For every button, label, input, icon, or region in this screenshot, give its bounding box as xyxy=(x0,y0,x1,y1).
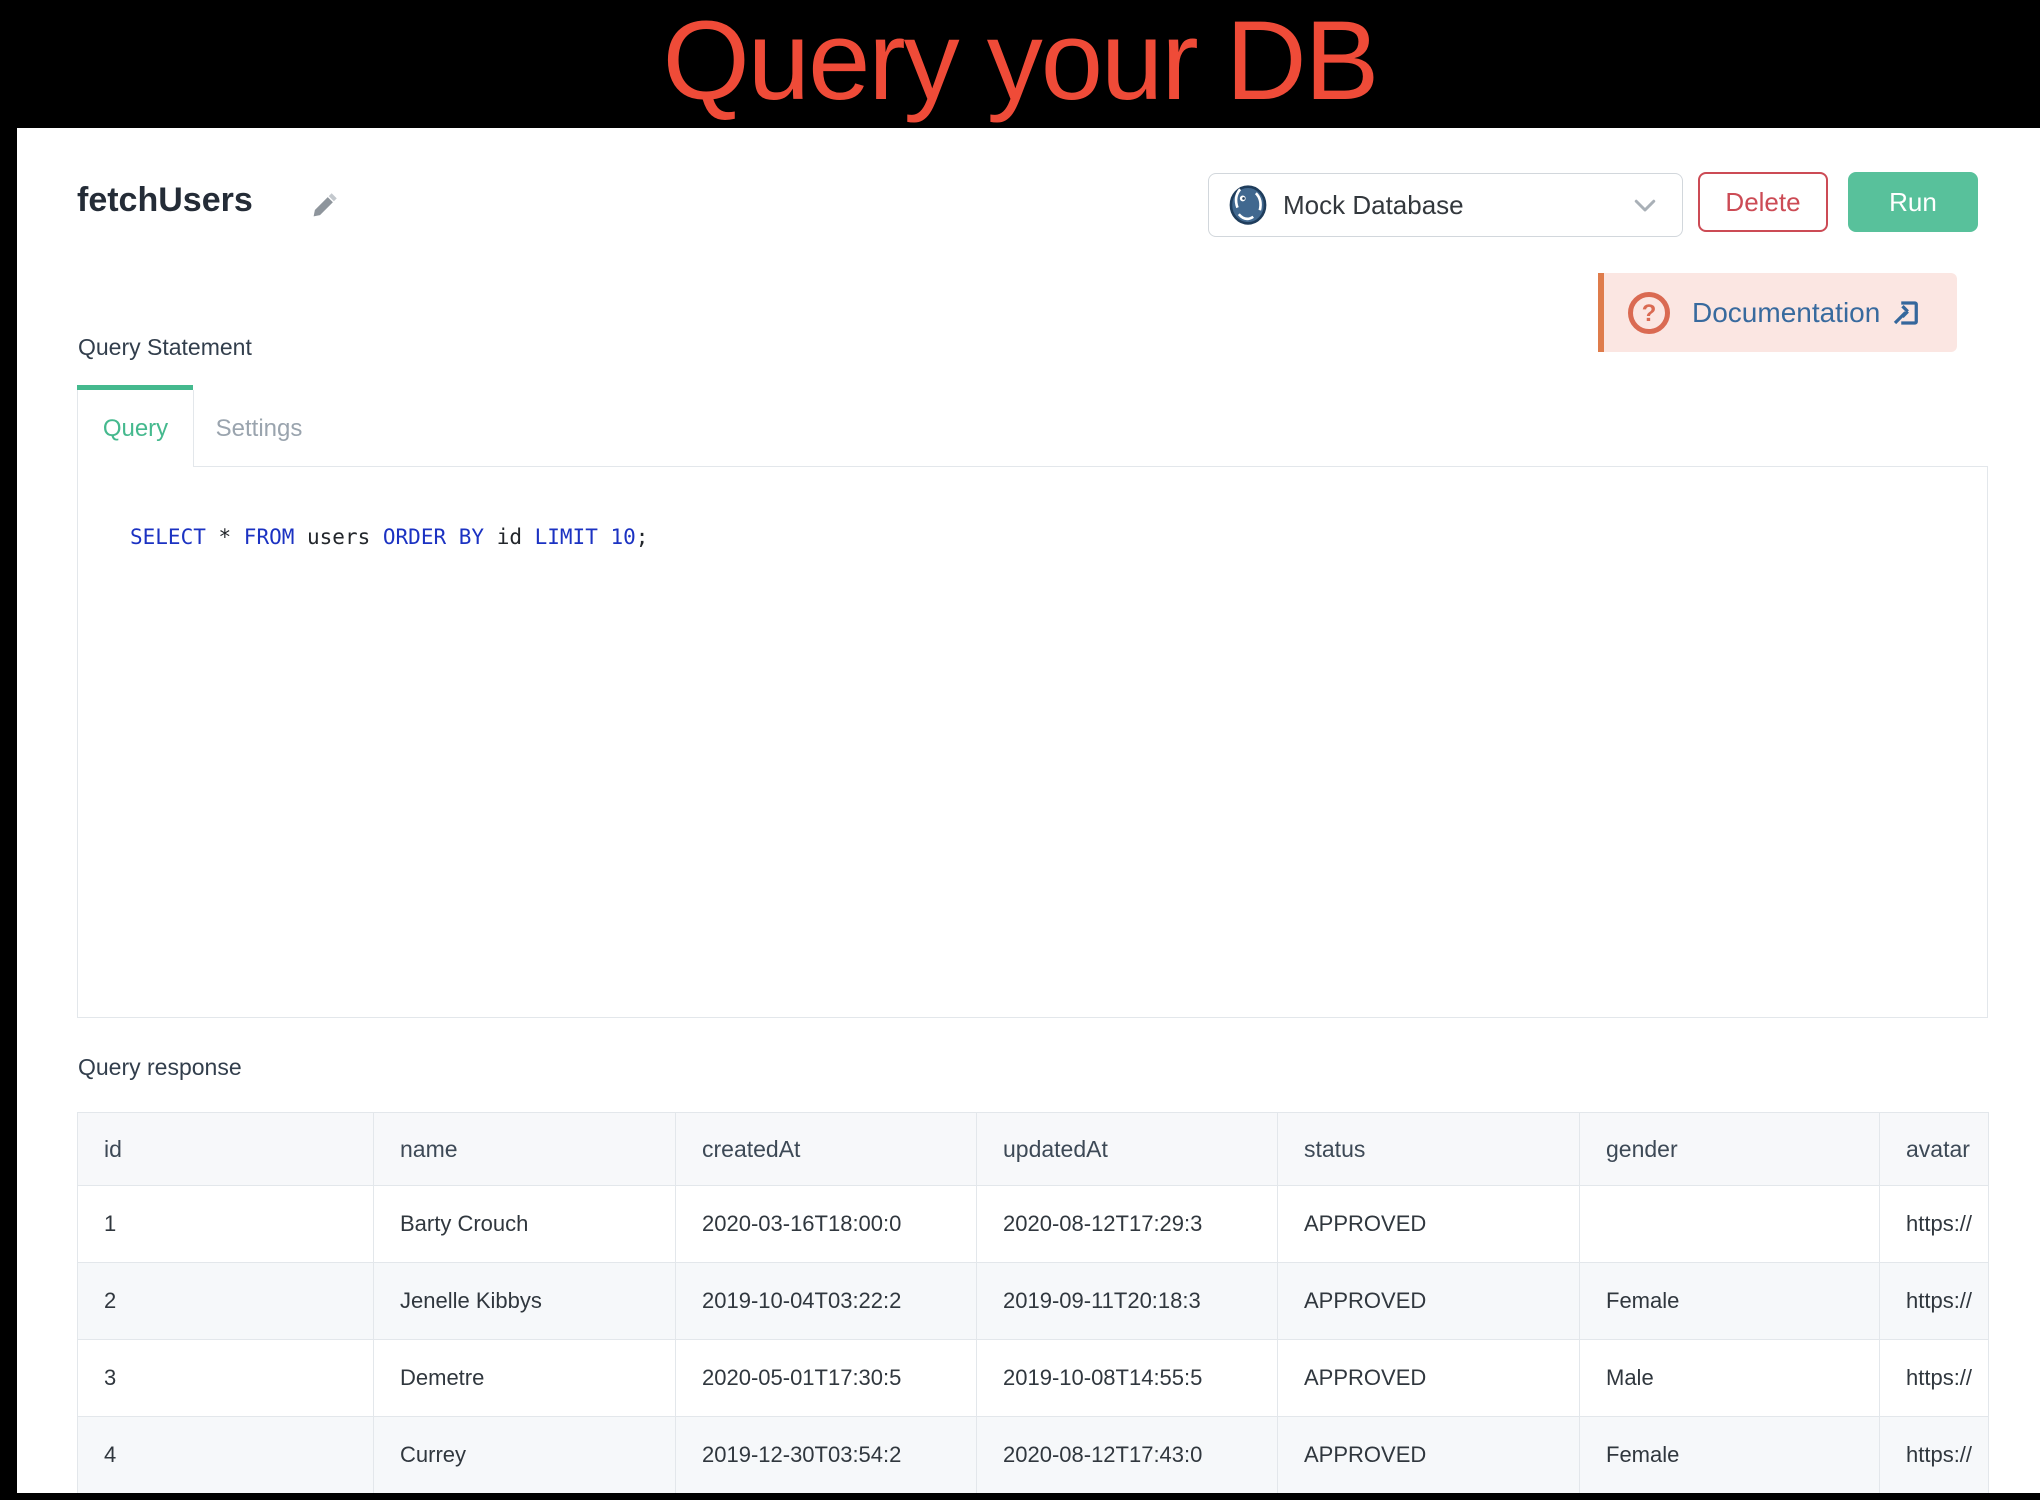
table-row: 4Currey2019-12-30T03:54:22020-08-12T17:4… xyxy=(78,1417,1989,1494)
page-title: Query your DB xyxy=(0,0,2040,122)
sql-token: SELECT xyxy=(130,525,206,549)
sql-token: * xyxy=(206,525,244,549)
sql-token: ORDER BY xyxy=(383,525,484,549)
sql-token: 10 xyxy=(611,525,636,549)
table-cell: APPROVED xyxy=(1278,1340,1580,1417)
sql-token: LIMIT xyxy=(535,525,598,549)
table-row: 1Barty Crouch2020-03-16T18:00:02020-08-1… xyxy=(78,1186,1989,1263)
table-cell: Female xyxy=(1580,1263,1880,1340)
tab-settings[interactable]: Settings xyxy=(194,390,324,467)
top-banner: Query your DB xyxy=(0,0,2040,128)
column-header: gender xyxy=(1580,1113,1880,1186)
table-cell: 2019-09-11T20:18:3 xyxy=(977,1263,1278,1340)
chevron-down-icon xyxy=(1630,190,1660,220)
table-cell: 2020-08-12T17:29:3 xyxy=(977,1186,1278,1263)
query-name: fetchUsers xyxy=(77,180,253,220)
sql-token: ; xyxy=(636,525,649,549)
table-cell: https:// xyxy=(1880,1417,1989,1494)
edit-pencil-icon[interactable] xyxy=(310,190,340,220)
table-cell: Male xyxy=(1580,1340,1880,1417)
table-cell: https:// xyxy=(1880,1186,1989,1263)
table-cell: 2 xyxy=(78,1263,374,1340)
sql-token: id xyxy=(484,525,535,549)
sql-editor[interactable]: SELECT * FROM users ORDER BY id LIMIT 10… xyxy=(77,466,1988,1018)
table-cell: APPROVED xyxy=(1278,1417,1580,1494)
table-cell: 2020-03-16T18:00:0 xyxy=(676,1186,977,1263)
table-cell: Female xyxy=(1580,1417,1880,1494)
table-cell: 2019-12-30T03:54:2 xyxy=(676,1417,977,1494)
column-header: avatar xyxy=(1880,1113,1989,1186)
delete-button[interactable]: Delete xyxy=(1698,172,1828,232)
table-cell xyxy=(1580,1186,1880,1263)
table-cell: Barty Crouch xyxy=(374,1186,676,1263)
table-row: 2Jenelle Kibbys2019-10-04T03:22:22019-09… xyxy=(78,1263,1989,1340)
external-link-icon xyxy=(1890,298,1920,328)
table-header: idnamecreatedAtupdatedAtstatusgenderavat… xyxy=(78,1113,1989,1186)
table-cell: Demetre xyxy=(374,1340,676,1417)
table-cell: 2019-10-08T14:55:5 xyxy=(977,1340,1278,1417)
sql-token: users xyxy=(294,525,383,549)
query-statement-label: Query Statement xyxy=(78,334,252,361)
table-cell: 3 xyxy=(78,1340,374,1417)
svg-text:?: ? xyxy=(1642,300,1657,327)
sql-line: SELECT * FROM users ORDER BY id LIMIT 10… xyxy=(130,521,648,553)
table-cell: 4 xyxy=(78,1417,374,1494)
table-cell: https:// xyxy=(1880,1263,1989,1340)
tab-query[interactable]: Query xyxy=(77,390,194,467)
help-icon: ? xyxy=(1626,290,1672,336)
run-button[interactable]: Run xyxy=(1848,172,1978,232)
sql-token: FROM xyxy=(244,525,295,549)
resource-select-value: Mock Database xyxy=(1283,190,1630,221)
postgresql-icon xyxy=(1227,184,1269,226)
table-cell: 2019-10-04T03:22:2 xyxy=(676,1263,977,1340)
column-header: name xyxy=(374,1113,676,1186)
table-cell: Currey xyxy=(374,1417,676,1494)
table-cell: APPROVED xyxy=(1278,1186,1580,1263)
table-cell: 1 xyxy=(78,1186,374,1263)
documentation-link[interactable]: ? Documentation xyxy=(1598,273,1957,352)
table-cell: APPROVED xyxy=(1278,1263,1580,1340)
table-cell: https:// xyxy=(1880,1340,1989,1417)
sql-token xyxy=(598,525,611,549)
table-body: 1Barty Crouch2020-03-16T18:00:02020-08-1… xyxy=(78,1186,1989,1494)
table-row: 3Demetre2020-05-01T17:30:52019-10-08T14:… xyxy=(78,1340,1989,1417)
column-header: status xyxy=(1278,1113,1580,1186)
resource-select[interactable]: Mock Database xyxy=(1208,173,1683,237)
query-response-label: Query response xyxy=(78,1054,242,1081)
table-cell: Jenelle Kibbys xyxy=(374,1263,676,1340)
query-result-table: idnamecreatedAtupdatedAtstatusgenderavat… xyxy=(77,1112,1989,1493)
column-header: updatedAt xyxy=(977,1113,1278,1186)
column-header: id xyxy=(78,1113,374,1186)
app-panel: fetchUsers Mock Database Delete Run ? Do… xyxy=(17,128,2040,1493)
table-cell: 2020-08-12T17:43:0 xyxy=(977,1417,1278,1494)
callout-box: ? Documentation xyxy=(1604,273,1957,352)
documentation-label: Documentation xyxy=(1692,297,1880,329)
table-cell: 2020-05-01T17:30:5 xyxy=(676,1340,977,1417)
column-header: createdAt xyxy=(676,1113,977,1186)
